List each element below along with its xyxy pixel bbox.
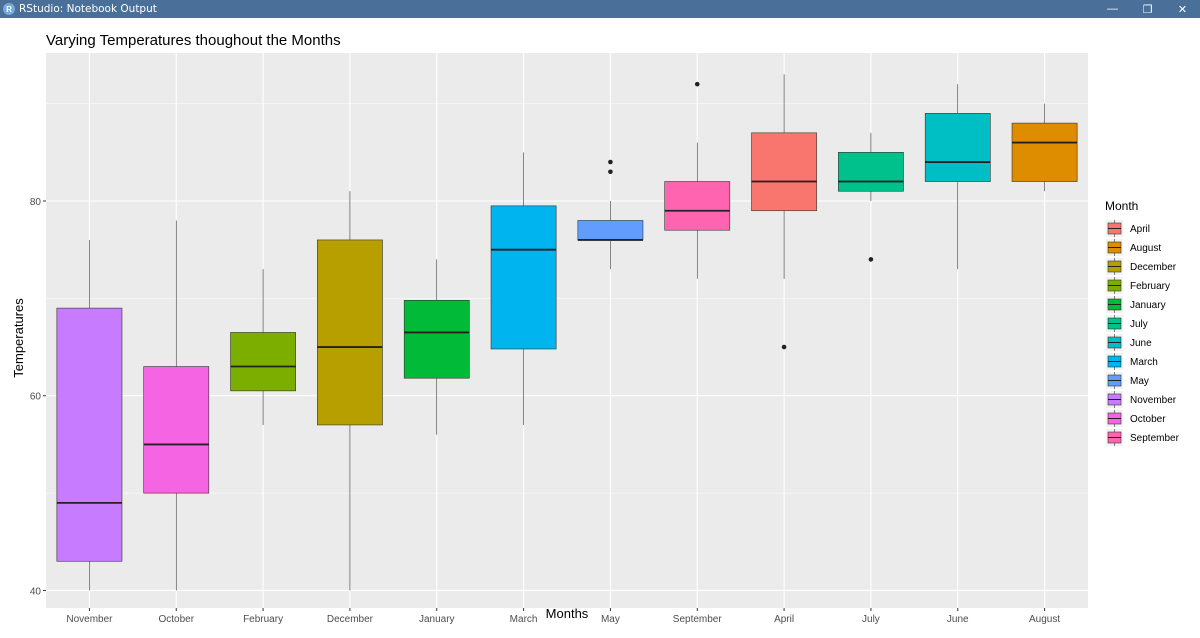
box-iqr <box>664 181 731 231</box>
x-tick-label: April <box>774 614 794 625</box>
outlier-point <box>868 257 874 262</box>
legend-item-label: February <box>1130 281 1170 292</box>
x-tick-label: December <box>327 614 374 625</box>
y-axis-label: Temperatures <box>11 298 26 378</box>
x-tick-label: May <box>601 614 620 625</box>
x-tick-label: August <box>1029 614 1060 625</box>
legend-item-label: August <box>1130 243 1161 254</box>
legend-item-label: December <box>1130 262 1177 273</box>
box-iqr <box>577 220 644 241</box>
legend-item-may: May <box>1106 372 1149 389</box>
legend-item-january: January <box>1106 296 1166 313</box>
y-axis: 40 60 80 <box>30 197 46 597</box>
legend-item-march: March <box>1106 353 1158 370</box>
x-tick-label: January <box>419 614 455 625</box>
legend-item-label: May <box>1130 376 1149 387</box>
y-tick-label: 40 <box>30 586 42 597</box>
legend-item-label: January <box>1130 300 1166 311</box>
y-tick-label: 80 <box>30 197 42 208</box>
close-button[interactable]: ✕ <box>1165 0 1200 18</box>
box-iqr <box>403 300 470 379</box>
legend-item-label: November <box>1130 395 1177 406</box>
outlier-point <box>608 159 613 165</box>
outlier-point <box>781 344 787 350</box>
restore-button[interactable]: ❐ <box>1130 0 1165 18</box>
legend-item-label: September <box>1130 433 1180 444</box>
x-tick-label: October <box>158 614 194 625</box>
x-tick-label: March <box>510 614 538 625</box>
x-tick-label: November <box>66 614 113 625</box>
window-title: RStudio: Notebook Output <box>19 3 157 15</box>
legend-item-june: June <box>1106 334 1152 351</box>
legend-item-october: October <box>1106 410 1166 427</box>
x-tick-label: February <box>243 614 283 625</box>
box-iqr <box>838 152 904 192</box>
legend-item-november: November <box>1106 391 1177 408</box>
legend-item-august: August <box>1106 239 1161 256</box>
legend-item-april: April <box>1106 220 1150 237</box>
chart-title: Varying Temperatures thoughout the Month… <box>46 32 341 49</box>
outlier-point <box>608 169 613 175</box>
box-iqr <box>1011 122 1078 182</box>
box-iqr <box>490 205 557 350</box>
legend-title: Month <box>1105 199 1138 213</box>
legend-item-july: July <box>1106 315 1148 332</box>
outlier-point <box>694 81 700 87</box>
legend-item-label: June <box>1130 338 1152 349</box>
window-titlebar: R RStudio: Notebook Output — ❐ ✕ <box>0 0 1200 18</box>
box-iqr <box>230 332 296 392</box>
x-tick-label: September <box>673 614 723 625</box>
minimize-button[interactable]: — <box>1095 0 1130 18</box>
legend-item-label: March <box>1130 357 1158 368</box>
legend-item-label: October <box>1130 414 1166 425</box>
legend-item-february: February <box>1106 277 1170 294</box>
rstudio-app-icon: R <box>3 3 15 15</box>
y-tick-label: 60 <box>30 392 42 403</box>
x-axis-label: Months <box>546 606 589 621</box>
box-iqr <box>143 366 210 494</box>
legend-item-september: September <box>1106 429 1180 446</box>
box-iqr <box>317 239 383 426</box>
boxplot-chart: Varying Temperatures thoughout the Month… <box>11 32 1180 625</box>
legend-item-december: December <box>1106 258 1177 275</box>
window-controls: — ❐ ✕ <box>1095 0 1200 18</box>
legend-item-label: July <box>1130 319 1148 330</box>
x-tick-label: July <box>862 614 880 625</box>
box-iqr <box>56 307 123 562</box>
legend: Month April August December February January… <box>1105 199 1180 446</box>
x-tick-label: June <box>947 614 969 625</box>
legend-item-label: April <box>1130 224 1150 235</box>
box-iqr <box>751 132 817 212</box>
box-iqr <box>924 113 991 182</box>
